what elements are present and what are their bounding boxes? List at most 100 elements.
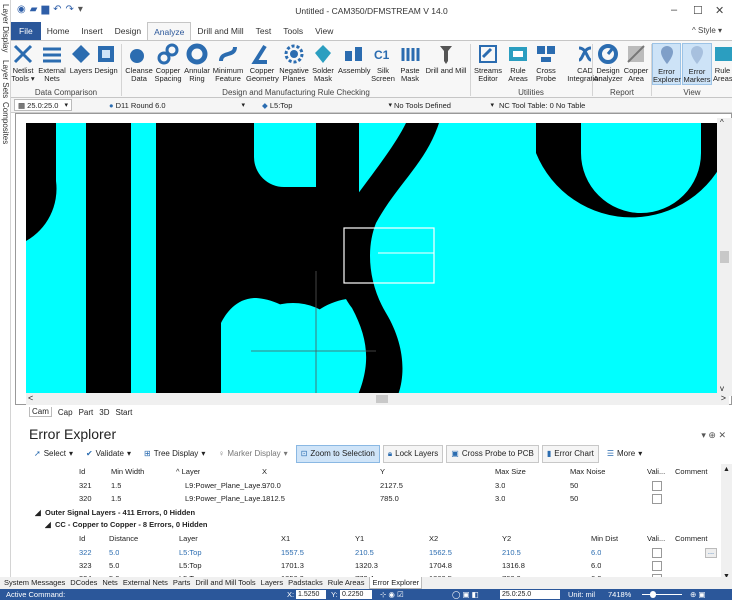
unit-label[interactable]: Unit: mil bbox=[568, 589, 595, 600]
validate-checkbox[interactable] bbox=[652, 561, 662, 571]
scroll-down-icon[interactable]: v bbox=[720, 384, 724, 393]
comment-edit-button[interactable]: ... bbox=[705, 548, 717, 558]
cleanse-data-button[interactable]: Cleanse Data bbox=[125, 43, 153, 83]
col-y[interactable]: Y bbox=[380, 466, 385, 478]
col-comment[interactable]: Comment bbox=[675, 466, 708, 478]
col-layer[interactable]: ^ Layer bbox=[176, 466, 200, 478]
layer-combo[interactable]: ◆ L5:Top ▾ bbox=[258, 99, 396, 111]
panel-controls[interactable]: ▾ ⊕ ✕ bbox=[701, 430, 726, 441]
copper-geometry-button[interactable]: Copper Geometry bbox=[246, 43, 279, 83]
table-row-selected[interactable]: 322 5.0 L5:Top 1557.5 210.5 1562.5 210.5… bbox=[29, 547, 721, 559]
col-distance[interactable]: Distance bbox=[109, 533, 138, 545]
scroll-right-icon[interactable]: > bbox=[721, 393, 726, 403]
snap-icon[interactable]: ⊹ ◉ ☑ bbox=[380, 589, 404, 600]
annular-ring-button[interactable]: Annular Ring bbox=[183, 43, 211, 83]
negative-planes-button[interactable]: Negative Planes bbox=[279, 43, 309, 83]
assembly-button[interactable]: Assembly bbox=[338, 43, 371, 75]
nc-tool-table[interactable]: NC Tool Table: 0 No Table bbox=[495, 99, 645, 111]
scroll-thumb[interactable] bbox=[720, 251, 729, 263]
external-nets-button[interactable]: External Nets bbox=[37, 43, 67, 83]
col-x2[interactable]: X2 bbox=[429, 533, 438, 545]
error-chart-button[interactable]: ▮ Error Chart bbox=[541, 445, 599, 463]
tab-dcodes[interactable]: DCodes bbox=[70, 577, 97, 589]
tab-view[interactable]: View bbox=[309, 22, 339, 40]
streams-editor-button[interactable]: Streams Editor bbox=[473, 43, 503, 83]
more-button[interactable]: ☰ More ▾ bbox=[602, 445, 647, 463]
style-menu[interactable]: ^ Style ▾ bbox=[692, 26, 722, 35]
canvas-horizontal-scrollbar[interactable]: < > bbox=[26, 393, 729, 405]
canvas-vertical-scrollbar[interactable]: ^ v bbox=[717, 118, 732, 396]
tab-tools[interactable]: Tools bbox=[277, 22, 309, 40]
netlist-tools-button[interactable]: Netlist Tools ▾ bbox=[11, 43, 35, 83]
col-id[interactable]: Id bbox=[79, 533, 85, 545]
rule-areas-button[interactable]: Rule Areas bbox=[505, 43, 531, 83]
scroll-up-icon[interactable]: ^ bbox=[720, 118, 724, 127]
silk-screen-button[interactable]: C1 Silk Screen bbox=[371, 43, 395, 83]
copper-spacing-button[interactable]: Copper Spacing bbox=[154, 43, 182, 83]
grid-vertical-scrollbar[interactable]: ▲ ▼ bbox=[721, 464, 732, 585]
tab-layer-sets[interactable]: Layer Sets bbox=[0, 60, 11, 98]
validate-button[interactable]: ✔ Validate ▾ bbox=[81, 445, 136, 463]
table-row[interactable]: 321 1.5 L9:Power_Plane_Laye... 970.0 212… bbox=[29, 480, 721, 492]
marker-display-button[interactable]: ♀ Marker Display ▾ bbox=[213, 445, 292, 463]
table-row[interactable]: 323 5.0 L5:Top 1701.3 1320.3 1704.8 1316… bbox=[29, 560, 721, 572]
tree-display-button[interactable]: ⊞ Tree Display ▾ bbox=[139, 445, 210, 463]
collapse-icon[interactable]: ◢ bbox=[45, 519, 51, 531]
zoom-to-selection-button[interactable]: ⊡ Zoom to Selection bbox=[295, 445, 380, 463]
col-max-size[interactable]: Max Size bbox=[495, 466, 526, 478]
tab-layer-display[interactable]: Layer Display bbox=[0, 4, 11, 52]
solder-mask-button[interactable]: Solder Mask bbox=[309, 43, 337, 83]
tab-nets[interactable]: Nets bbox=[102, 577, 117, 589]
col-x[interactable]: X bbox=[262, 466, 267, 478]
pcb-artwork[interactable] bbox=[26, 123, 727, 395]
col-comment[interactable]: Comment bbox=[675, 533, 708, 545]
tab-system-messages[interactable]: System Messages bbox=[4, 577, 65, 589]
error-markers-button[interactable]: Error Markers bbox=[682, 43, 712, 85]
scroll-up-icon[interactable]: ▲ bbox=[723, 466, 730, 473]
col-valid[interactable]: Vali... bbox=[647, 466, 665, 478]
validate-checkbox[interactable] bbox=[652, 548, 662, 558]
zoom-in-icon[interactable]: ⊕ ▣ bbox=[690, 589, 705, 600]
cam-canvas[interactable] bbox=[15, 113, 732, 405]
cross-probe-to-pcb-button[interactable]: ▣ Cross Probe to PCB bbox=[446, 445, 539, 463]
col-min-dist[interactable]: Min Dist bbox=[591, 533, 618, 545]
zoom-slider[interactable] bbox=[642, 594, 682, 595]
tab-cam[interactable]: Cam bbox=[29, 407, 52, 417]
tab-padstacks[interactable]: Padstacks bbox=[288, 577, 323, 589]
tab-3d[interactable]: 3D bbox=[99, 408, 109, 417]
tools-combo[interactable]: No Tools Defined ▾ bbox=[390, 99, 498, 111]
drill-and-mill-button[interactable]: Drill and Mill bbox=[424, 43, 468, 75]
error-explorer-button[interactable]: Error Explorer bbox=[652, 43, 681, 85]
table-row[interactable]: 320 1.5 L9:Power_Plane_Laye... 1812.5 78… bbox=[29, 493, 721, 505]
minimum-feature-button[interactable]: Minimum Feature bbox=[212, 43, 244, 83]
tab-error-explorer[interactable]: Error Explorer bbox=[369, 577, 423, 589]
paste-mask-button[interactable]: Paste Mask bbox=[398, 43, 422, 83]
col-x1[interactable]: X1 bbox=[281, 533, 290, 545]
collapse-icon[interactable]: ◢ bbox=[35, 507, 41, 519]
tab-external-nets[interactable]: External Nets bbox=[123, 577, 168, 589]
copper-area-button[interactable]: Copper Area bbox=[623, 43, 649, 83]
status-grid-combo[interactable]: 25.0:25.0 bbox=[500, 590, 560, 599]
dcode-combo[interactable]: ● D11 Round 6.0 ▾ bbox=[105, 99, 249, 111]
y-coordinate[interactable]: 0.2250 bbox=[340, 590, 372, 599]
x-coordinate[interactable]: 1.5250 bbox=[296, 590, 326, 599]
tab-home[interactable]: Home bbox=[41, 22, 76, 40]
tab-rule-areas[interactable]: Rule Areas bbox=[328, 577, 365, 589]
col-valid[interactable]: Vali... bbox=[647, 533, 665, 545]
tab-part[interactable]: Part bbox=[79, 408, 94, 417]
col-layer[interactable]: Layer bbox=[179, 533, 198, 545]
scroll-left-icon[interactable]: < bbox=[28, 393, 33, 403]
minimize-icon[interactable]: – bbox=[671, 4, 677, 16]
view-rule-areas-button[interactable]: Rule Areas bbox=[713, 43, 732, 83]
tab-file[interactable]: File bbox=[11, 22, 41, 40]
col-min-width[interactable]: Min Width bbox=[111, 466, 144, 478]
scroll-thumb[interactable] bbox=[376, 395, 388, 403]
tab-drill-and-mill[interactable]: Drill and Mill bbox=[191, 22, 249, 40]
group-row-outer-signal[interactable]: ◢ Outer Signal Layers - 411 Errors, 0 Hi… bbox=[29, 507, 721, 519]
col-y1[interactable]: Y1 bbox=[355, 533, 364, 545]
design-analyzer-button[interactable]: Design Analyzer bbox=[592, 43, 624, 83]
validate-checkbox[interactable] bbox=[652, 494, 662, 504]
tab-insert[interactable]: Insert bbox=[75, 22, 108, 40]
design-button[interactable]: Design bbox=[94, 43, 118, 75]
tab-design[interactable]: Design bbox=[109, 22, 147, 40]
